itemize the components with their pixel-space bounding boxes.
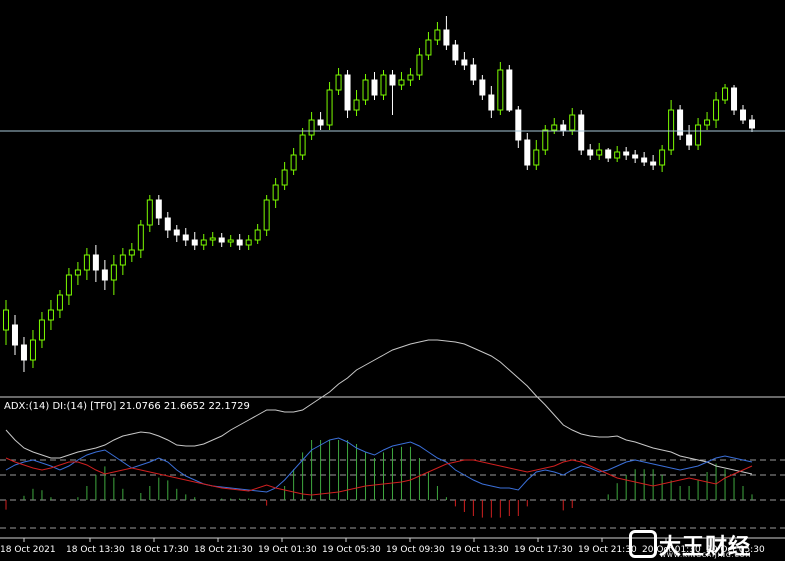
watermark: 大王财经 WWW.KINGCAIJING.COM bbox=[629, 529, 779, 560]
candle-body bbox=[542, 129, 549, 151]
candle-body bbox=[380, 74, 387, 96]
candle-body bbox=[731, 87, 738, 111]
candle-body bbox=[605, 149, 612, 159]
candle-body bbox=[461, 59, 468, 66]
candle-body bbox=[200, 239, 207, 246]
candle-body bbox=[560, 124, 567, 131]
candle-body bbox=[479, 79, 486, 96]
x-tick-label: 19 Oct 05:30 bbox=[322, 545, 381, 555]
x-tick-label: 18 Oct 21:30 bbox=[194, 545, 253, 555]
candle-body bbox=[101, 269, 108, 281]
candle-body bbox=[209, 237, 216, 241]
candle-body bbox=[74, 269, 81, 276]
candle-body bbox=[389, 74, 396, 86]
candle-body bbox=[281, 169, 288, 186]
candle-body bbox=[308, 119, 315, 136]
candle-body bbox=[596, 149, 603, 156]
candle-body bbox=[164, 217, 171, 231]
indicator-label: ADX:(14) DI:(14) [TF0] 21.0766 21.6652 2… bbox=[4, 401, 250, 412]
candle-body bbox=[272, 184, 279, 201]
candle-body bbox=[524, 139, 531, 166]
candle-body bbox=[245, 239, 252, 246]
candle-body bbox=[227, 239, 234, 243]
candle-body bbox=[11, 324, 18, 346]
candle-body bbox=[551, 124, 558, 131]
candle-body bbox=[578, 114, 585, 151]
candle-body bbox=[137, 224, 144, 251]
watermark-url: WWW.KINGCAIJING.COM bbox=[660, 552, 752, 559]
candle-body bbox=[317, 119, 324, 126]
candle-body bbox=[533, 149, 540, 166]
candle-body bbox=[362, 79, 369, 101]
candle-body bbox=[695, 124, 702, 146]
candle-body bbox=[119, 254, 126, 266]
candle-body bbox=[155, 199, 162, 219]
chart-canvas: 18 Oct 2021 18 Oct 13:30 18 Oct 17:30 18 Oc… bbox=[0, 0, 785, 561]
candle-body bbox=[182, 234, 189, 241]
candle-body bbox=[263, 199, 270, 231]
candle-body bbox=[65, 274, 72, 296]
x-tick-label: 19 Oct 13:30 bbox=[450, 545, 509, 555]
candle-body bbox=[344, 74, 351, 111]
candle-body bbox=[3, 309, 9, 331]
candle-body bbox=[398, 79, 405, 86]
candle-body bbox=[614, 151, 621, 159]
candle-body bbox=[749, 119, 755, 129]
candle-body bbox=[722, 87, 729, 101]
candle-body bbox=[686, 134, 693, 146]
candle-body bbox=[587, 149, 594, 156]
candle-body bbox=[56, 294, 63, 311]
candle-body bbox=[443, 29, 450, 46]
candle-body bbox=[641, 157, 648, 163]
candle-body bbox=[416, 54, 423, 76]
candle-body bbox=[128, 249, 135, 256]
candle-body bbox=[335, 74, 342, 91]
x-tick-label: 18 Oct 2021 bbox=[0, 545, 56, 555]
candle-body bbox=[191, 239, 198, 246]
candle-body bbox=[83, 254, 90, 271]
candle-body bbox=[497, 69, 504, 111]
candle-body bbox=[173, 229, 180, 236]
candle-body bbox=[650, 161, 657, 166]
candle-body bbox=[713, 99, 720, 121]
candle-body bbox=[452, 44, 459, 61]
candle-body bbox=[236, 239, 243, 246]
candle-body bbox=[659, 149, 666, 166]
candle-body bbox=[407, 74, 414, 81]
candle-body bbox=[740, 109, 747, 121]
x-tick-label: 19 Oct 01:30 bbox=[258, 545, 317, 555]
candle-body bbox=[254, 229, 261, 241]
candle-body bbox=[515, 109, 522, 141]
candle-body bbox=[353, 99, 360, 111]
x-tick-label: 18 Oct 17:30 bbox=[130, 545, 189, 555]
candle-body bbox=[326, 89, 333, 126]
candle-body bbox=[425, 39, 432, 56]
candle-body bbox=[668, 109, 675, 151]
candle-body bbox=[38, 319, 45, 341]
candle-body bbox=[92, 254, 99, 271]
candle-body bbox=[146, 199, 153, 226]
candle-body bbox=[20, 344, 27, 361]
candle-body bbox=[29, 339, 36, 361]
candle-body bbox=[569, 114, 576, 131]
candle-body bbox=[506, 69, 513, 111]
watermark-logo-icon bbox=[629, 530, 657, 558]
candle-body bbox=[47, 309, 54, 321]
x-tick-label: 19 Oct 17:30 bbox=[514, 545, 573, 555]
candle-body bbox=[110, 264, 117, 281]
candle-body bbox=[470, 64, 477, 81]
candle-body bbox=[290, 154, 297, 171]
candle-body bbox=[632, 154, 639, 159]
candle-body bbox=[371, 79, 378, 96]
candle-body bbox=[299, 134, 306, 156]
candle-body bbox=[218, 237, 225, 243]
candle-body bbox=[488, 94, 495, 111]
x-tick-label: 18 Oct 13:30 bbox=[66, 545, 125, 555]
candle-body bbox=[704, 119, 711, 126]
candle-body bbox=[434, 29, 441, 41]
x-tick-label: 19 Oct 09:30 bbox=[386, 545, 445, 555]
candle-body bbox=[623, 151, 630, 156]
